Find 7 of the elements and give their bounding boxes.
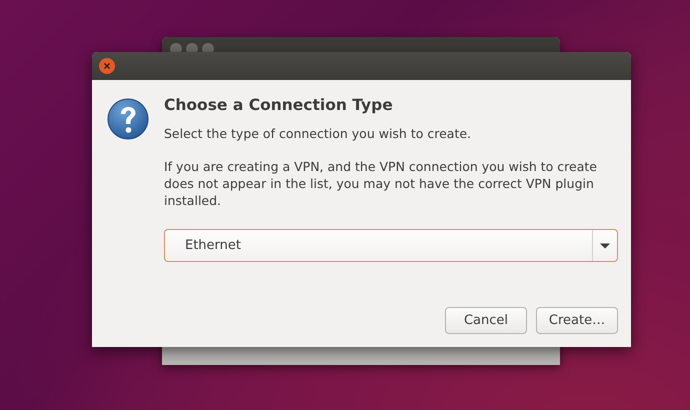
note-text: If you are creating a VPN, and the VPN connection you wish to create does not appear in the list, you may not have the correct VPN plugin installed. bbox=[164, 158, 598, 209]
create-button[interactable]: Create… bbox=[536, 307, 618, 334]
prompt-text: Select the type of connection you wish to create. bbox=[164, 125, 472, 142]
question-icon bbox=[107, 98, 149, 140]
dialog-heading: Choose a Connection Type bbox=[164, 96, 394, 114]
cancel-button[interactable]: Cancel bbox=[445, 307, 527, 334]
connection-type-dropdown[interactable]: Ethernet bbox=[164, 229, 618, 262]
